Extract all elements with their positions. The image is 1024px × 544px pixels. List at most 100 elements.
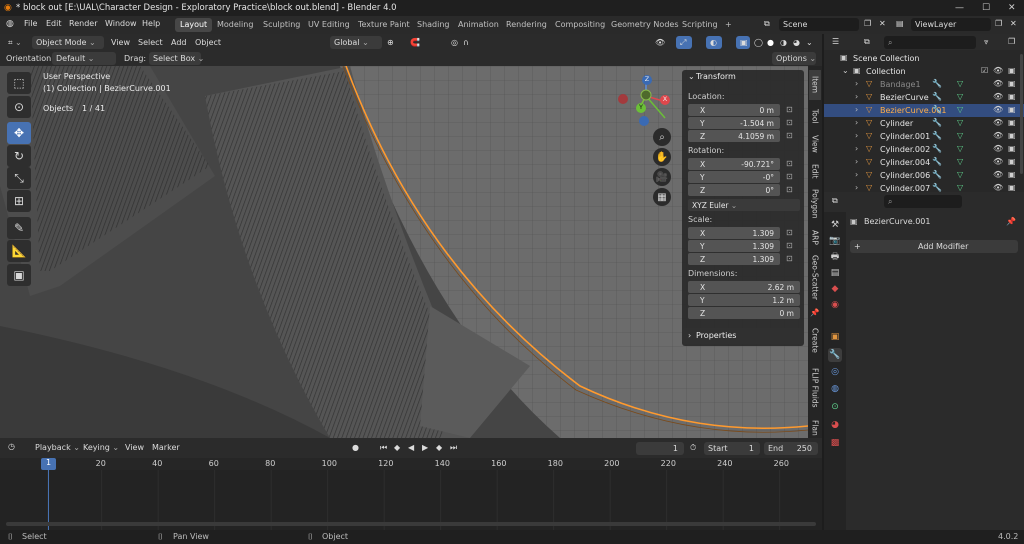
expand-arrow-icon[interactable]: › [855, 183, 858, 192]
object-data-icon[interactable]: ▽ [957, 131, 963, 140]
menu-keying[interactable]: Keying [83, 443, 119, 452]
view-layer-field[interactable]: ViewLayer [911, 18, 991, 31]
tab-compositing[interactable]: Compositing [550, 18, 610, 32]
tab-scripting[interactable]: Scripting [677, 18, 723, 32]
transform-panel-title[interactable]: Transform [696, 72, 736, 81]
lock-icon[interactable]: ⊡ [786, 172, 793, 181]
sidebar-tab-flip-fluids[interactable]: FLIP Fluids [809, 362, 821, 414]
lock-icon[interactable]: ⊡ [786, 254, 793, 263]
proportional-edit-icon[interactable]: ◎ [451, 38, 458, 47]
snap-icon[interactable]: 🧲 [410, 38, 420, 47]
overlay-toggle-icon[interactable]: ◐ [706, 36, 722, 49]
expand-arrow-icon[interactable]: › [855, 105, 858, 114]
tab-sculpting[interactable]: Sculpting [258, 18, 305, 32]
outliner-item[interactable]: › ▽ Cylinder.001 🔧 ▽ 👁 ▣ [824, 130, 1024, 143]
lock-icon[interactable]: ⊡ [786, 241, 793, 250]
menu-select[interactable]: Select [138, 38, 163, 47]
maximize-button[interactable]: ☐ [982, 3, 990, 13]
menu-playback[interactable]: Playback [35, 443, 80, 452]
rotation-y-field[interactable]: Y -0° [688, 171, 780, 183]
menu-add[interactable]: Add [171, 38, 187, 47]
lock-icon[interactable]: ⊡ [786, 159, 793, 168]
add-cube-tool-icon[interactable]: ▣ [7, 264, 31, 286]
scene-tab-icon[interactable]: ◆ [828, 282, 842, 296]
display-mode-icon[interactable]: ⧉ [864, 37, 870, 47]
drag-dropdown[interactable]: Select Box [149, 52, 201, 65]
delete-view-layer-icon[interactable]: ✕ [1010, 19, 1017, 28]
eye-icon[interactable]: 👁 [993, 183, 1003, 192]
outliner-search-input[interactable]: ⌕ [884, 36, 976, 49]
expand-arrow-icon[interactable]: › [855, 144, 858, 153]
object-data-icon[interactable]: ▽ [957, 144, 963, 153]
camera-icon[interactable]: ▣ [1008, 157, 1016, 166]
outliner-item[interactable]: › ▽ Cylinder 🔧 ▽ 👁 ▣ [824, 117, 1024, 130]
expand-arrow-icon[interactable]: › [855, 170, 858, 179]
lock-icon[interactable]: ⊡ [786, 131, 793, 140]
xray-toggle-icon[interactable]: ▣ [736, 36, 750, 49]
properties-editor-icon[interactable]: ⧉ [832, 196, 838, 206]
modifier-wrench-icon[interactable]: 🔧 [932, 157, 942, 166]
delete-scene-icon[interactable]: ✕ [879, 19, 886, 28]
modifier-wrench-icon[interactable]: 🔧 [932, 170, 942, 179]
eye-icon[interactable]: 👁 [993, 131, 1003, 140]
menu-view[interactable]: View [111, 38, 130, 47]
play-reverse-icon[interactable]: ◀ [408, 443, 414, 452]
select-box-tool-icon[interactable]: ⬚ [7, 72, 31, 94]
clock-icon[interactable]: ⏱ [690, 443, 696, 453]
mode-dropdown[interactable]: Object Mode [32, 36, 104, 49]
menu-edit[interactable]: Edit [46, 19, 62, 28]
constraints-tab-icon[interactable]: ⊙ [828, 400, 842, 414]
tool-tab-icon[interactable]: ⚒ [828, 218, 842, 232]
shading-options-icon[interactable]: ⌄ [806, 38, 813, 47]
zoom-icon[interactable]: ⌕ [653, 128, 671, 146]
rotation-mode-dropdown[interactable]: XYZ Euler [688, 199, 800, 211]
lock-icon[interactable]: ⊡ [786, 228, 793, 237]
rotation-z-field[interactable]: Z 0° [688, 184, 780, 196]
filter-icon[interactable]: ⩔ [984, 37, 989, 47]
camera-icon[interactable]: ▣ [1008, 144, 1016, 153]
outliner-item[interactable]: › ▽ Cylinder.006 🔧 ▽ 👁 ▣ [824, 169, 1024, 182]
solid-shading-icon[interactable]: ● [767, 38, 774, 47]
material-tab-icon[interactable]: ◕ [828, 418, 842, 432]
new-view-layer-icon[interactable]: ❐ [995, 19, 1002, 28]
timeline-area[interactable]: 20 40 60 80 100 120 140 160 180 200 220 240 260 1 [0, 458, 822, 530]
camera-view-icon[interactable]: 🎥 [653, 168, 671, 186]
menu-window[interactable]: Window [105, 19, 137, 28]
sidebar-tab-edit[interactable]: Edit [809, 160, 821, 182]
camera-icon[interactable]: ▣ [1008, 131, 1016, 140]
modifier-wrench-icon[interactable]: 🔧 [932, 183, 942, 192]
outliner-editor-icon[interactable]: ☰ [832, 37, 839, 46]
object-data-icon[interactable]: ▽ [957, 183, 963, 192]
rendered-shading-icon[interactable]: ◕ [793, 38, 800, 47]
object-data-icon[interactable]: ▽ [957, 170, 963, 179]
playhead[interactable]: 1 [41, 458, 56, 470]
transform-tool-icon[interactable]: ⊞ [7, 190, 31, 212]
sidebar-tab-geo-scatter[interactable]: Geo-Scatter [809, 252, 821, 302]
sidebar-tab-tool[interactable]: Tool [809, 104, 821, 128]
expand-arrow-icon[interactable]: › [855, 118, 858, 127]
eye-icon[interactable]: 👁 [993, 105, 1003, 114]
sidebar-tab-arp[interactable]: ARP [809, 226, 821, 248]
outliner-scene-collection[interactable]: ▣ Scene Collection [824, 52, 1024, 65]
rotate-tool-icon[interactable]: ↻ [7, 145, 31, 167]
output-tab-icon[interactable]: 🖶 [828, 250, 842, 264]
start-frame-field[interactable]: Start 1 [704, 442, 760, 455]
object-data-icon[interactable]: ▽ [957, 105, 963, 114]
eye-icon[interactable]: 👁 [993, 92, 1003, 101]
editor-type-icon[interactable]: ⌗ [4, 36, 28, 49]
world-tab-icon[interactable]: ◉ [828, 298, 842, 312]
jump-start-icon[interactable]: ⏮ [380, 443, 387, 453]
outliner-item[interactable]: › ▽ Bandage1 🔧 ▽ 👁 ▣ [824, 78, 1024, 91]
menu-object[interactable]: Object [195, 38, 221, 47]
modifier-tab-icon[interactable]: 🔧 [828, 348, 842, 362]
tab-uv-editing[interactable]: UV Editing [303, 18, 355, 32]
eye-icon[interactable]: 👁 [993, 144, 1003, 153]
camera-icon[interactable]: ▣ [1008, 79, 1016, 88]
menu-help[interactable]: Help [142, 19, 160, 28]
object-data-icon[interactable]: ▽ [957, 79, 963, 88]
modifier-wrench-icon[interactable]: 🔧 [932, 118, 942, 127]
camera-icon[interactable]: ▣ [1008, 118, 1016, 127]
transform-panel-chevron-icon[interactable]: ⌄ [688, 72, 695, 81]
material-shading-icon[interactable]: ◑ [780, 38, 787, 47]
jump-end-icon[interactable]: ⏭ [450, 443, 457, 453]
